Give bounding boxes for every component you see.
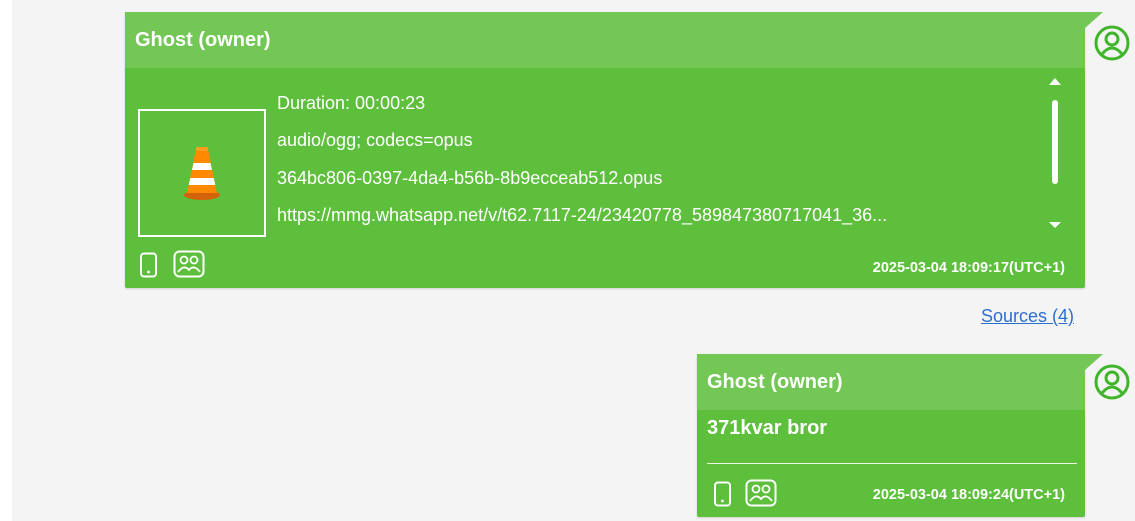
chat-panel: Ghost (owner) Duration: 00:00:23 audio/o… xyxy=(12,0,1135,521)
divider xyxy=(707,463,1077,464)
message-timestamp: 2025-03-04 18:09:17(UTC+1) xyxy=(872,260,1065,276)
sender-name: Ghost (owner) xyxy=(125,12,1085,68)
mime-type-text: audio/ogg; codecs=opus xyxy=(277,130,473,150)
phone-icon xyxy=(714,481,731,507)
user-avatar-icon xyxy=(1094,364,1130,400)
filename-text: 364bc806-0397-4da4-b56b-8b9ecceab512.opu… xyxy=(277,168,663,188)
media-url-text: https://mmg.whatsapp.net/v/t62.7117-24/2… xyxy=(277,205,888,225)
sources-link[interactable]: Sources (4) xyxy=(981,306,1074,327)
group-chat-icon xyxy=(745,479,777,507)
user-avatar-icon xyxy=(1094,25,1130,61)
media-thumbnail[interactable] xyxy=(138,109,266,237)
group-chat-icon xyxy=(173,250,205,278)
scroll-down-arrow-icon[interactable] xyxy=(1049,222,1061,228)
message-text: 371kvar bror xyxy=(707,417,828,439)
phone-icon xyxy=(140,252,157,278)
scroll-thumb[interactable] xyxy=(1052,100,1058,184)
message-timestamp: 2025-03-04 18:09:24(UTC+1) xyxy=(872,487,1065,503)
scroll-up-arrow-icon[interactable] xyxy=(1049,78,1061,85)
duration-text: Duration: 00:00:23 xyxy=(277,93,426,113)
scrollbar[interactable] xyxy=(1046,76,1064,236)
message-bubble-text[interactable]: Ghost (owner) 371kvar bror 2025-03-04 18… xyxy=(697,354,1085,517)
vlc-cone-icon xyxy=(184,147,220,200)
message-bubble-audio[interactable]: Ghost (owner) Duration: 00:00:23 audio/o… xyxy=(125,12,1085,288)
sender-name: Ghost (owner) xyxy=(697,354,1085,410)
